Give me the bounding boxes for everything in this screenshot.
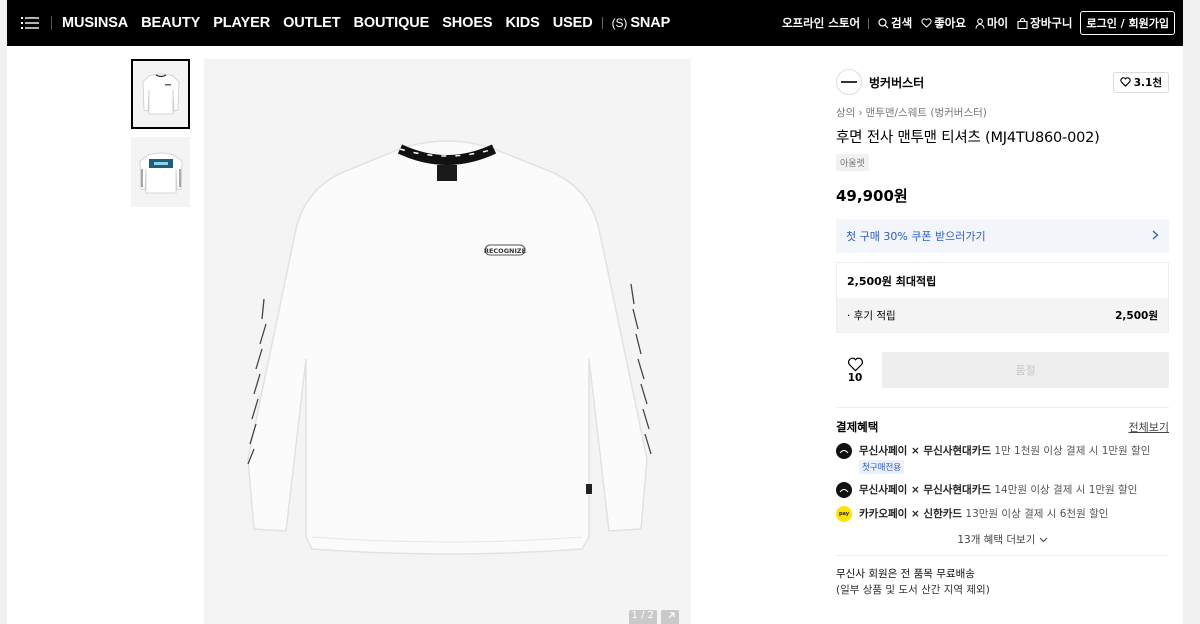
- card-logo-icon: [836, 443, 852, 459]
- wish-button[interactable]: 10: [836, 357, 874, 384]
- shipping-line-2: (일부 상품 및 도서 산간 지역 제외): [836, 584, 990, 596]
- nav-used[interactable]: USED: [553, 15, 593, 31]
- payment-benefits-heading: 결제혜택: [836, 420, 879, 434]
- thumbnail-list: [131, 59, 190, 215]
- breadcrumb-subcategory[interactable]: 맨투맨/스웨트 (벙커버스터): [866, 105, 987, 120]
- cart-icon: [1017, 17, 1028, 29]
- search-link[interactable]: 검색: [878, 15, 912, 31]
- outlet-tag: 아울렛: [836, 154, 869, 171]
- brand-row: 벙커버스터 3.1천: [836, 69, 1169, 95]
- benefit-card: 무신사페이 × 무신사현대카드: [859, 445, 992, 457]
- utility-nav: 오프라인 스토어 검색 좋아요 마이 장바구니 로그인 / 회원가입: [773, 11, 1183, 35]
- review-points-value: 2,500원: [1115, 309, 1158, 322]
- snap-label: SNAP: [630, 15, 671, 31]
- brand-like-button[interactable]: 3.1천: [1112, 71, 1169, 93]
- login-button[interactable]: 로그인 / 회원가입: [1080, 11, 1175, 35]
- heart-icon: [921, 18, 932, 28]
- brand-like-count: 3.1천: [1133, 76, 1162, 89]
- top-navigation-bar: MUSINSA BEAUTY PLAYER OUTLET BOUTIQUE SH…: [7, 0, 1183, 46]
- divider: [51, 16, 52, 30]
- offline-store-link[interactable]: 오프라인 스토어: [782, 15, 860, 31]
- breadcrumb-category[interactable]: 상의: [836, 105, 855, 120]
- search-icon: [878, 17, 889, 28]
- benefit-card: 카카오페이 × 신한카드: [859, 508, 963, 520]
- benefit-desc: 13만원 이상 결제 시 6천원 할인: [965, 508, 1109, 520]
- brand-name[interactable]: 벙커버스터: [869, 74, 924, 91]
- cart-link[interactable]: 장바구니: [1017, 15, 1072, 31]
- divider: [868, 17, 870, 29]
- benefit-item: 무신사페이 × 무신사현대카드 14만원 이상 결제 시 1만원 할인: [836, 482, 1169, 498]
- product-title: 후면 전사 맨투맨 티셔츠 (MJ4TU860-002): [836, 130, 1100, 146]
- nav-beauty[interactable]: BEAUTY: [141, 15, 200, 31]
- benefit-item: 무신사페이 × 무신사현대카드 1만 1천원 이상 결제 시 1만원 할인 첫구…: [836, 443, 1169, 474]
- nav-snap[interactable]: (S) SNAP: [612, 15, 671, 31]
- kakaopay-logo-icon: pay: [836, 506, 852, 522]
- divider: [836, 555, 1169, 556]
- more-benefits-label: 13개 혜택 더보기: [957, 534, 1036, 546]
- divider: [601, 17, 603, 29]
- coupon-text: 첫 구매 30% 쿠폰 받으러가기: [846, 230, 986, 243]
- payment-benefits-header: 결제혜택 전체보기: [836, 419, 1169, 435]
- sweatshirt-illustration: RECOGNIZE: [247, 140, 652, 555]
- image-counter: 1 / 2: [628, 610, 657, 624]
- search-label: 검색: [891, 16, 913, 30]
- product-info-panel: 벙커버스터 3.1천 상의 › 맨투맨/스웨트 (벙커버스터) 후면 전사 맨투…: [822, 56, 1183, 608]
- product-main-image[interactable]: RECOGNIZE 1 / 2: [204, 59, 691, 624]
- shipping-line-1: 무신사 회원은 전 품목 무료배송: [836, 568, 975, 580]
- nav-outlet[interactable]: OUTLET: [283, 15, 341, 31]
- nav-player[interactable]: PLAYER: [213, 15, 270, 31]
- thumbnail-front[interactable]: [131, 59, 190, 129]
- my-label: 마이: [986, 16, 1009, 30]
- soldout-button[interactable]: 품절: [882, 352, 1169, 388]
- chevron-right-icon: [1152, 230, 1159, 243]
- benefit-desc: 1만 1천원 이상 결제 시 1만원 할인: [994, 445, 1151, 457]
- review-points-row: · 후기 적립 2,500원: [837, 298, 1168, 332]
- heart-icon: [847, 357, 863, 372]
- points-max: 2,500원 최대적립: [847, 274, 937, 288]
- nav-musinsa[interactable]: MUSINSA: [62, 15, 128, 31]
- chest-print: RECOGNIZE: [484, 247, 526, 255]
- product-price: 49,900원: [836, 187, 908, 205]
- likes-link[interactable]: 좋아요: [921, 15, 966, 31]
- points-box: 2,500원 최대적립 · 후기 적립 2,500원: [836, 262, 1169, 333]
- snap-prefix: (S): [611, 16, 628, 30]
- product-page: RECOGNIZE 1 / 2 벙커버스터 3.1천 상의 › 맨투맨/스웨트 …: [7, 46, 1183, 624]
- first-purchase-badge: 첫구매전용: [859, 460, 905, 474]
- my-link[interactable]: 마이: [975, 15, 1008, 31]
- chevron-down-icon: [1039, 537, 1048, 543]
- nav-shoes[interactable]: SHOES: [442, 15, 492, 31]
- main-nav: MUSINSA BEAUTY PLAYER OUTLET BOUTIQUE SH…: [62, 15, 683, 31]
- thumbnail-back[interactable]: [131, 137, 190, 207]
- shipping-info: 무신사 회원은 전 품목 무료배송 (일부 상품 및 도서 산간 지역 제외): [836, 566, 1169, 598]
- brand-logo[interactable]: [836, 69, 862, 95]
- wish-count: 10: [847, 371, 863, 384]
- benefit-item: pay 카카오페이 × 신한카드 13만원 이상 결제 시 6천원 할인: [836, 506, 1169, 522]
- likes-label: 좋아요: [934, 16, 966, 30]
- benefit-desc: 14만원 이상 결제 시 1만원 할인: [994, 484, 1138, 496]
- card-logo-icon: [836, 482, 852, 498]
- cart-label: 장바구니: [1030, 16, 1073, 30]
- nav-kids[interactable]: KIDS: [505, 15, 539, 31]
- divider: [836, 407, 1169, 408]
- chevron-right-icon: ›: [858, 106, 863, 119]
- benefit-card: 무신사페이 × 무신사현대카드: [859, 484, 992, 496]
- more-benefits-button[interactable]: 13개 혜택 더보기: [836, 532, 1169, 547]
- review-points-label: · 후기 적립: [847, 309, 896, 322]
- user-icon: [975, 17, 985, 29]
- coupon-banner[interactable]: 첫 구매 30% 쿠폰 받으러가기: [836, 219, 1169, 253]
- heart-icon: [1120, 77, 1131, 87]
- expand-icon[interactable]: [661, 610, 679, 624]
- breadcrumb: 상의 › 맨투맨/스웨트 (벙커버스터): [836, 105, 1169, 120]
- buy-row: 10 품절: [836, 352, 1169, 388]
- menu-icon[interactable]: [15, 0, 45, 46]
- view-all-link[interactable]: 전체보기: [1129, 419, 1169, 435]
- nav-boutique[interactable]: BOUTIQUE: [353, 15, 429, 31]
